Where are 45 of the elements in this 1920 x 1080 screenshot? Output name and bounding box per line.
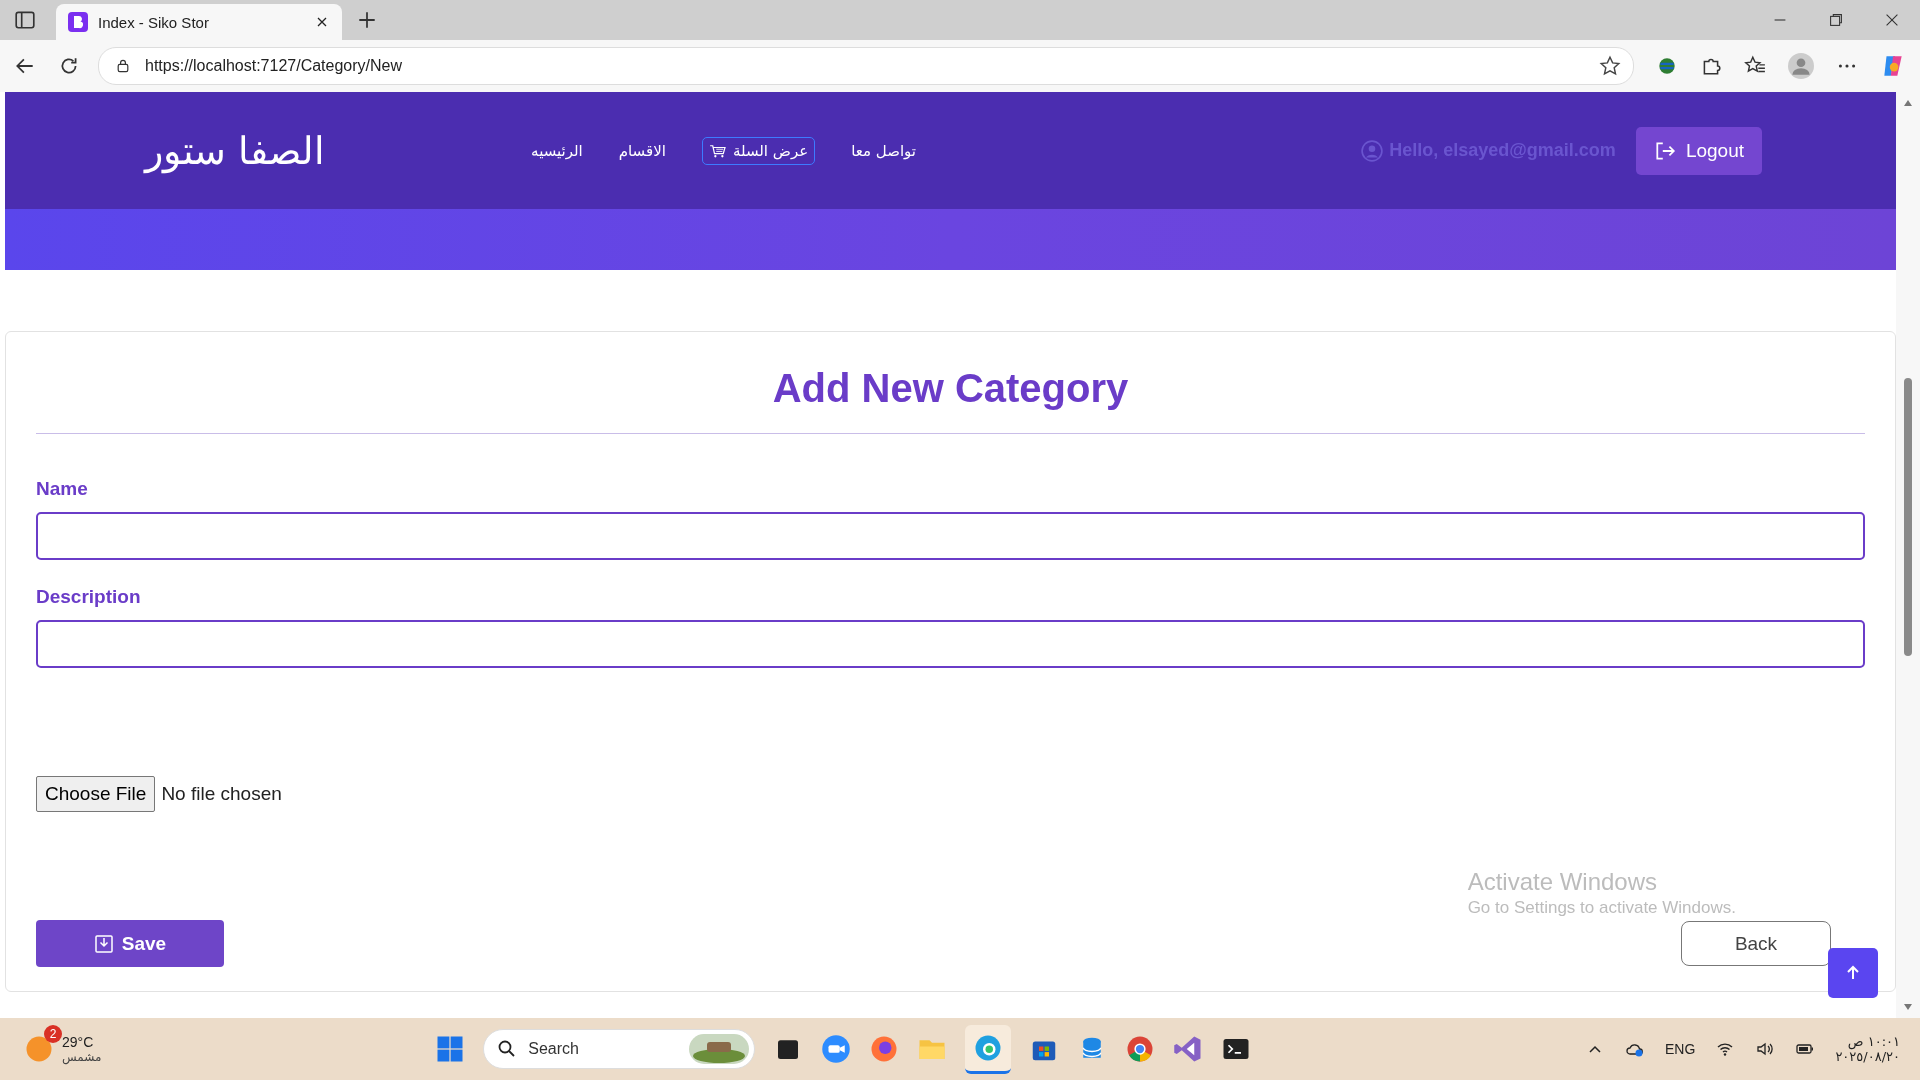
store-logo[interactable]: الصفا ستور [145, 128, 326, 173]
text-field[interactable] [36, 620, 1865, 668]
nav-link[interactable]: تواصل معا [851, 141, 916, 160]
weather-condition: مشمس [62, 1050, 102, 1064]
activation-title: Activate Windows [1467, 868, 1659, 896]
clock-time[interactable]: ١٠:٠١ ص [1847, 1034, 1900, 1049]
text-field[interactable] [36, 512, 1865, 560]
logout-icon [1653, 139, 1676, 162]
logout-button[interactable]: Logout [1635, 126, 1762, 175]
download-icon [93, 933, 114, 954]
restore-icon[interactable] [1827, 11, 1845, 29]
temperature: 29°C [62, 1034, 95, 1050]
form-title: Add New Category [771, 365, 1130, 412]
browser-tab[interactable]: Index - Siko Stor [56, 4, 342, 40]
cart-icon [708, 143, 727, 158]
globe-extension-icon[interactable] [1656, 55, 1678, 77]
nav-link[interactable]: الرئيسيه [531, 141, 583, 160]
file-status: No file chosen [161, 783, 282, 805]
lock-icon [115, 58, 131, 74]
scroll-up-icon[interactable] [1903, 98, 1913, 108]
new-tab-icon[interactable] [356, 9, 378, 31]
field-label: Name [36, 478, 88, 500]
address-bar[interactable]: https://localhost:7127/Category/New [98, 47, 1634, 85]
nav-link[interactable]: الاقسام [618, 141, 666, 160]
back-button[interactable]: Back [1681, 921, 1831, 966]
activation-text: Go to Settings to activate Windows. [1467, 898, 1736, 918]
tab-title: Index - Siko Stor [98, 13, 210, 31]
scrollbar-thumb[interactable] [1904, 378, 1912, 656]
profile-icon[interactable] [1788, 53, 1814, 79]
url-text: https://localhost:7127/Category/New [145, 57, 403, 75]
windows-start-icon[interactable] [435, 1034, 466, 1064]
choose-file-button[interactable]: Choose File [36, 776, 156, 812]
tab-panel-icon[interactable] [14, 9, 36, 31]
cart-link[interactable]: عرض السلة [701, 136, 816, 165]
site-favicon-icon [68, 12, 88, 32]
save-button[interactable]: Save [36, 920, 224, 967]
field-label: Description [36, 586, 141, 608]
language-indicator[interactable]: ENG [1665, 1041, 1696, 1057]
notification-badge: 2 [44, 1025, 62, 1043]
scroll-top-button[interactable] [1828, 948, 1878, 998]
user-icon [1361, 139, 1384, 162]
scroll-down-icon[interactable] [1903, 1002, 1913, 1012]
video-call-icon[interactable] [821, 1034, 852, 1064]
clock-date[interactable]: ٢٠٢٥/٠٨/٢٠ [1835, 1049, 1900, 1064]
star-icon[interactable] [1599, 55, 1621, 77]
